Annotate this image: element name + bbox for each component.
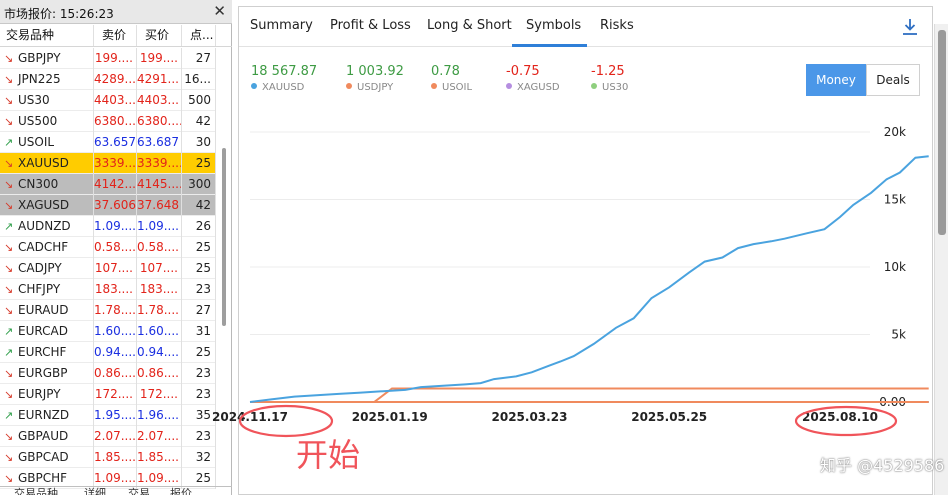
x-tick-label: 2025.01.19 [352,410,428,424]
report-scrollbar-thumb[interactable] [938,30,946,235]
report-scrollbar[interactable] [934,24,948,495]
y-tick-label: 20k [884,125,906,139]
watermark: 知乎 @4529586 [820,456,945,475]
symbols-profit-chart: 20k15k10k5k0.002024.11.17 2025.01.19 2025.… [212,125,929,438]
x-tick-label: 2025.08.10 [802,410,878,424]
series-line-xauusd [249,155,929,403]
y-tick-label: 10k [884,260,906,274]
series-line-usdjpy [250,387,929,403]
annotation-start-label: 开始 [296,436,361,474]
x-tick-label: 2025.05.25 [631,410,707,424]
x-tick-label: 2025.03.23 [492,410,568,424]
y-tick-label: 15k [884,193,906,207]
y-tick-label: 5k [891,328,906,342]
